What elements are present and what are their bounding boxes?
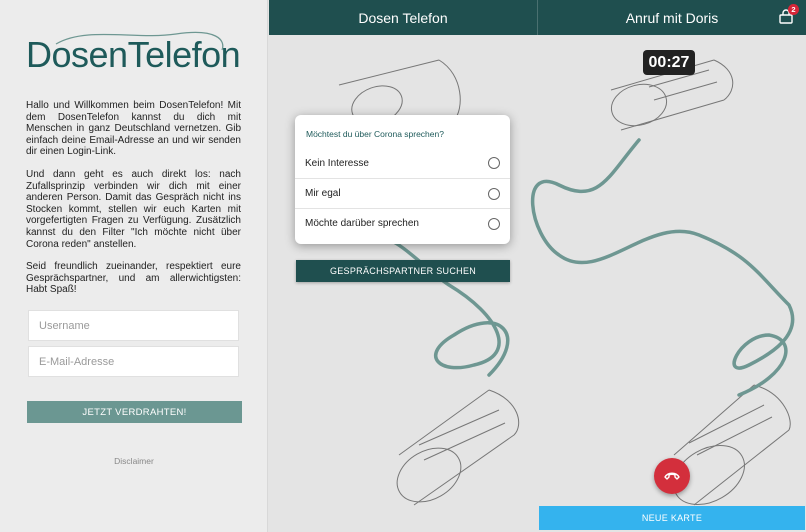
- intro-paragraph: Und dann geht es auch direkt los: nach Z…: [26, 168, 241, 250]
- intro-paragraph: Seid freundlich zueinander, respektiert …: [26, 261, 241, 296]
- tin-can-telephone-illustration: [338, 59, 795, 506]
- option-mir-egal[interactable]: Mir egal: [295, 178, 510, 208]
- header-call: Anruf mit Doris 2: [538, 0, 806, 35]
- search-partner-button[interactable]: GESPRÄCHSPARTNER SUCHEN: [296, 260, 510, 282]
- string-decoration-icon: [55, 31, 224, 51]
- header-dosen-telefon: Dosen Telefon: [269, 0, 537, 35]
- phone-box-icon[interactable]: 2: [778, 4, 799, 25]
- option-label: Kein Interesse: [305, 157, 369, 169]
- intro-text: Hallo und Willkommen beim DosenTelefon! …: [26, 100, 241, 307]
- radio-circle-icon[interactable]: [488, 217, 500, 230]
- call-timer: 00:27: [643, 50, 695, 75]
- call-title: Anruf mit Doris: [625, 9, 719, 26]
- option-label: Mir egal: [305, 188, 341, 199]
- radio-circle-icon[interactable]: [488, 187, 500, 200]
- header-title: Dosen Telefon: [358, 9, 448, 26]
- new-card-button[interactable]: NEUE KARTE: [539, 506, 805, 530]
- email-input[interactable]: [28, 346, 239, 377]
- question-card: Möchtest du über Corona sprechen? Kein I…: [295, 115, 510, 244]
- option-moechte-sprechen[interactable]: Möchte darüber sprechen: [295, 208, 510, 238]
- sidebar: DosenTelefon Hallo und Willkommen beim D…: [0, 0, 268, 532]
- radio-circle-icon[interactable]: [488, 157, 500, 169]
- option-label: Möchte darüber sprechen: [305, 218, 419, 229]
- card-question: Möchtest du über Corona sprechen?: [306, 129, 444, 139]
- notification-badge: 2: [788, 4, 799, 15]
- intro-paragraph: Hallo und Willkommen beim DosenTelefon! …: [26, 100, 241, 158]
- disclaimer-link[interactable]: Disclaimer: [0, 456, 268, 466]
- hangup-button[interactable]: [654, 458, 690, 494]
- register-button[interactable]: JETZT VERDRAHTEN!: [27, 401, 242, 423]
- phone-hangup-icon: [664, 472, 680, 480]
- logo: DosenTelefon: [26, 30, 246, 76]
- option-kein-interesse[interactable]: Kein Interesse: [295, 148, 510, 178]
- username-input[interactable]: [28, 310, 239, 341]
